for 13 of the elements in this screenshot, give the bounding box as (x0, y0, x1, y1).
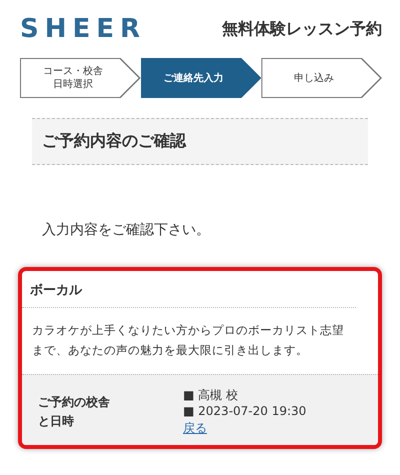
detail-value: ■ 2023-07-20 19:30 (183, 403, 308, 420)
step-tab[interactable]: 申し込み (261, 58, 382, 98)
step-tab[interactable]: コース・校舎日時選択 (20, 58, 141, 98)
detail-label: ご予約の校舎と日時 (38, 394, 111, 430)
course-title: ボーカル (22, 271, 356, 308)
back-link[interactable]: 戻る (183, 420, 207, 437)
logo: SHEER (19, 14, 146, 44)
page-title: 無料体験レッスン予約 (222, 18, 382, 40)
section-heading: ご予約内容のご確認 (42, 131, 188, 152)
step-tab[interactable]: ご連絡先入力 (140, 58, 262, 98)
course-description: カラオケが上手くなりたい方からプロのボーカリスト志望まで、あなたの声の魅力を最大限に引き出します。 (31, 322, 345, 360)
instruction-text: 入力内容をご確認下さい。 (42, 221, 211, 239)
detail-value: ■ 高槻 校 (183, 387, 239, 404)
